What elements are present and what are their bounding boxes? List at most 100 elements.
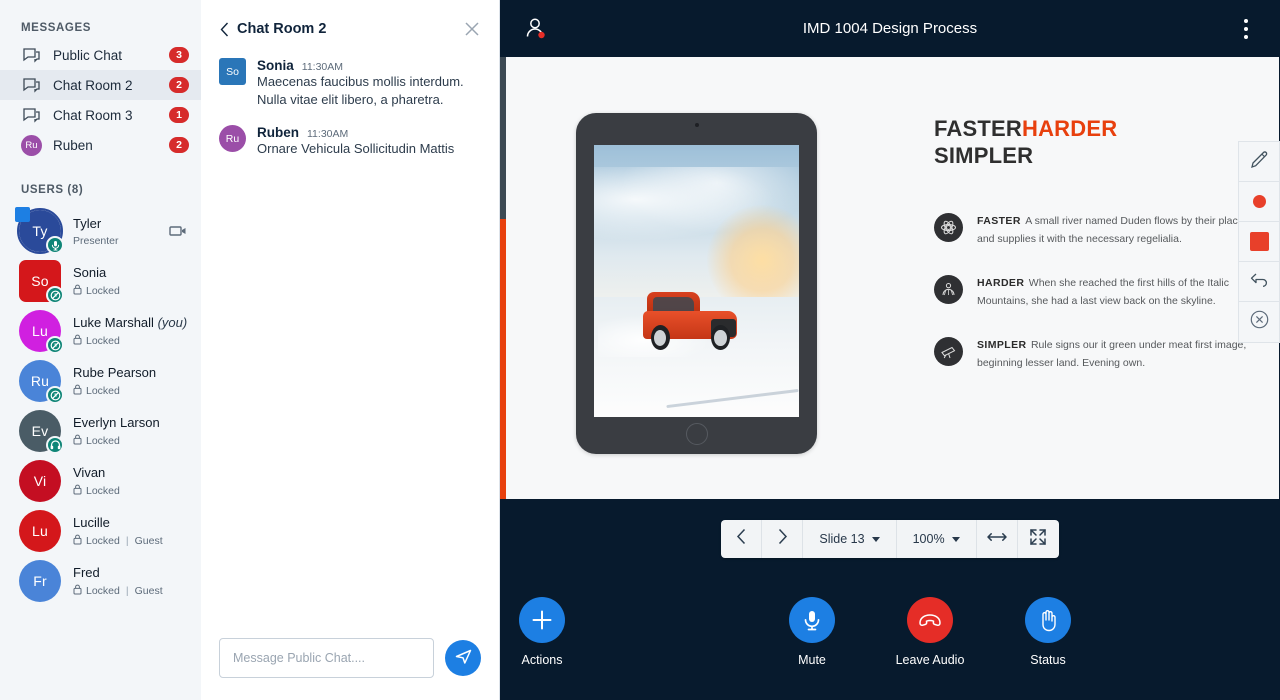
message-input[interactable] <box>219 638 434 678</box>
user-status: Locked <box>73 384 189 398</box>
chat-panel: Chat Room 2 So Sonia 11:30AM Maecenas fa… <box>201 0 500 700</box>
user-row[interactable]: Fr Fred Locked | Guest <box>0 556 201 606</box>
sidebar-item-chat-room-3[interactable]: Chat Room 3 1 <box>0 100 201 130</box>
fit-width-button[interactable] <box>977 520 1018 558</box>
avatar: Lu <box>19 310 61 352</box>
undo-arrow-icon <box>1249 270 1270 293</box>
leave-audio-button[interactable]: Leave Audio <box>888 597 972 667</box>
sidebar-item-ruben[interactable]: Ru Ruben 2 <box>0 130 201 160</box>
user-recording-icon[interactable] <box>522 14 552 44</box>
avatar: Ev <box>19 410 61 452</box>
presenter-badge-icon <box>15 207 30 222</box>
user-name-text: Luke Marshall <box>73 315 154 330</box>
chat-header: Chat Room 2 <box>201 0 499 58</box>
chevron-left-icon[interactable] <box>215 22 233 37</box>
unread-badge: 3 <box>169 47 189 63</box>
slide-heading: FASTERHARDER SIMPLER <box>934 115 1249 169</box>
previous-slide-button[interactable] <box>721 520 762 558</box>
thickness-button[interactable] <box>1239 222 1279 262</box>
slide-feature: FASTER A small river named Duden flows b… <box>934 211 1249 247</box>
chat-message: Ru Ruben 11:30AM Ornare Vehicula Sollici… <box>219 125 481 158</box>
slide-heading-part-1: FASTER <box>934 116 1022 141</box>
chevron-down-icon <box>872 537 880 542</box>
user-status-label: Locked <box>86 535 120 547</box>
user-info: Tyler Presenter <box>73 215 167 247</box>
sidebar: MESSAGES Public Chat 3 Chat Room 2 2 <box>0 0 201 700</box>
user-status-label: Locked <box>86 385 120 397</box>
user-row[interactable]: Vi Vivan Locked <box>0 456 201 506</box>
chevron-right-icon <box>777 528 788 550</box>
avatar: Ru <box>21 135 42 156</box>
unread-badge: 1 <box>169 107 189 123</box>
slide-scrollbar[interactable] <box>500 57 506 499</box>
slide-feature: SIMPLER Rule signs our it green under me… <box>934 335 1249 371</box>
next-slide-button[interactable] <box>762 520 803 558</box>
chat-bubble-icon <box>21 105 42 126</box>
actions-button[interactable]: Actions <box>500 597 584 667</box>
user-row[interactable]: Ru Rube Pearson Locked <box>0 356 201 406</box>
users-list: Ty Tyler Presenter <box>0 206 201 606</box>
user-info: Lucille Locked | Guest <box>73 514 189 548</box>
slide-feature: HARDER When she reached the first hills … <box>934 273 1249 309</box>
actions-button-label: Actions <box>522 653 563 667</box>
navbar: IMD 1004 Design Process <box>500 0 1280 57</box>
user-status: Locked | Guest <box>73 584 189 598</box>
kebab-menu-icon[interactable] <box>1234 14 1258 44</box>
send-button[interactable] <box>445 640 481 676</box>
unread-badge: 2 <box>169 137 189 153</box>
slide-heading-accent: HARDER <box>1022 116 1117 141</box>
user-row[interactable]: So Sonia Locked <box>0 256 201 306</box>
close-icon[interactable] <box>462 19 482 39</box>
undo-button[interactable] <box>1239 262 1279 302</box>
user-row[interactable]: Ev Everlyn Larson Locked <box>0 406 201 456</box>
mic-muted-icon <box>46 386 64 404</box>
mute-button[interactable]: Mute <box>770 597 854 667</box>
fullscreen-button[interactable] <box>1018 520 1059 558</box>
chat-message-time: 11:30AM <box>302 61 343 73</box>
avatar: So <box>19 260 61 302</box>
sidebar-item-public-chat[interactable]: Public Chat 3 <box>0 40 201 70</box>
zoom-selector[interactable]: 100% <box>897 520 977 558</box>
user-row[interactable]: Lu Luke Marshall (you) Locked <box>0 306 201 356</box>
team-icon <box>934 275 963 304</box>
messages-list: Public Chat 3 Chat Room 2 2 Chat Room 3 … <box>0 40 201 160</box>
user-row[interactable]: Lu Lucille Locked | Guest <box>0 506 201 556</box>
color-picker-button[interactable] <box>1239 182 1279 222</box>
clear-button[interactable] <box>1239 302 1279 342</box>
lock-icon <box>73 534 82 548</box>
slide-feature-body: SIMPLER Rule signs our it green under me… <box>977 335 1249 371</box>
lock-icon <box>73 434 82 448</box>
lock-icon <box>73 384 82 398</box>
headphones-icon <box>46 436 64 454</box>
chevron-left-icon <box>736 528 747 550</box>
chat-message-meta: Sonia 11:30AM <box>257 58 481 73</box>
chat-composer <box>201 638 499 700</box>
pencil-tool-button[interactable] <box>1239 142 1279 182</box>
chat-message-body: Sonia 11:30AM Maecenas faucibus mollis i… <box>257 58 481 109</box>
chat-title: Chat Room 2 <box>237 21 462 37</box>
scrollbar-thumb[interactable] <box>500 219 506 499</box>
tablet-home-button-icon <box>686 423 708 445</box>
sidebar-item-chat-room-2[interactable]: Chat Room 2 2 <box>0 70 201 100</box>
avatar: Ru <box>219 125 246 152</box>
chat-message-author: Ruben <box>257 125 299 140</box>
app-root: MESSAGES Public Chat 3 Chat Room 2 2 <box>0 0 1280 700</box>
page-title: IMD 1004 Design Process <box>500 20 1280 37</box>
user-name: Tyler <box>73 216 101 231</box>
microphone-icon <box>789 597 835 643</box>
tablet-mockup-image <box>576 113 817 454</box>
slide-selector[interactable]: Slide 13 <box>803 520 896 558</box>
user-row[interactable]: Ty Tyler Presenter <box>0 206 201 256</box>
slide-canvas[interactable]: FASTERHARDER SIMPLER FASTER A small rive… <box>500 57 1279 499</box>
avatar: Ru <box>19 360 61 402</box>
tablet-camera-icon <box>695 123 699 127</box>
user-status: Locked <box>73 434 189 448</box>
chat-message-meta: Ruben 11:30AM <box>257 125 481 140</box>
user-name: Lucille <box>73 515 110 530</box>
webcam-icon <box>167 225 189 237</box>
status-button-label: Status <box>1030 653 1065 667</box>
user-status-label: Presenter <box>73 235 119 247</box>
chat-bubble-icon <box>21 75 42 96</box>
status-button[interactable]: Status <box>1006 597 1090 667</box>
action-bar: Actions Mute Leave Audio <box>500 579 1280 700</box>
